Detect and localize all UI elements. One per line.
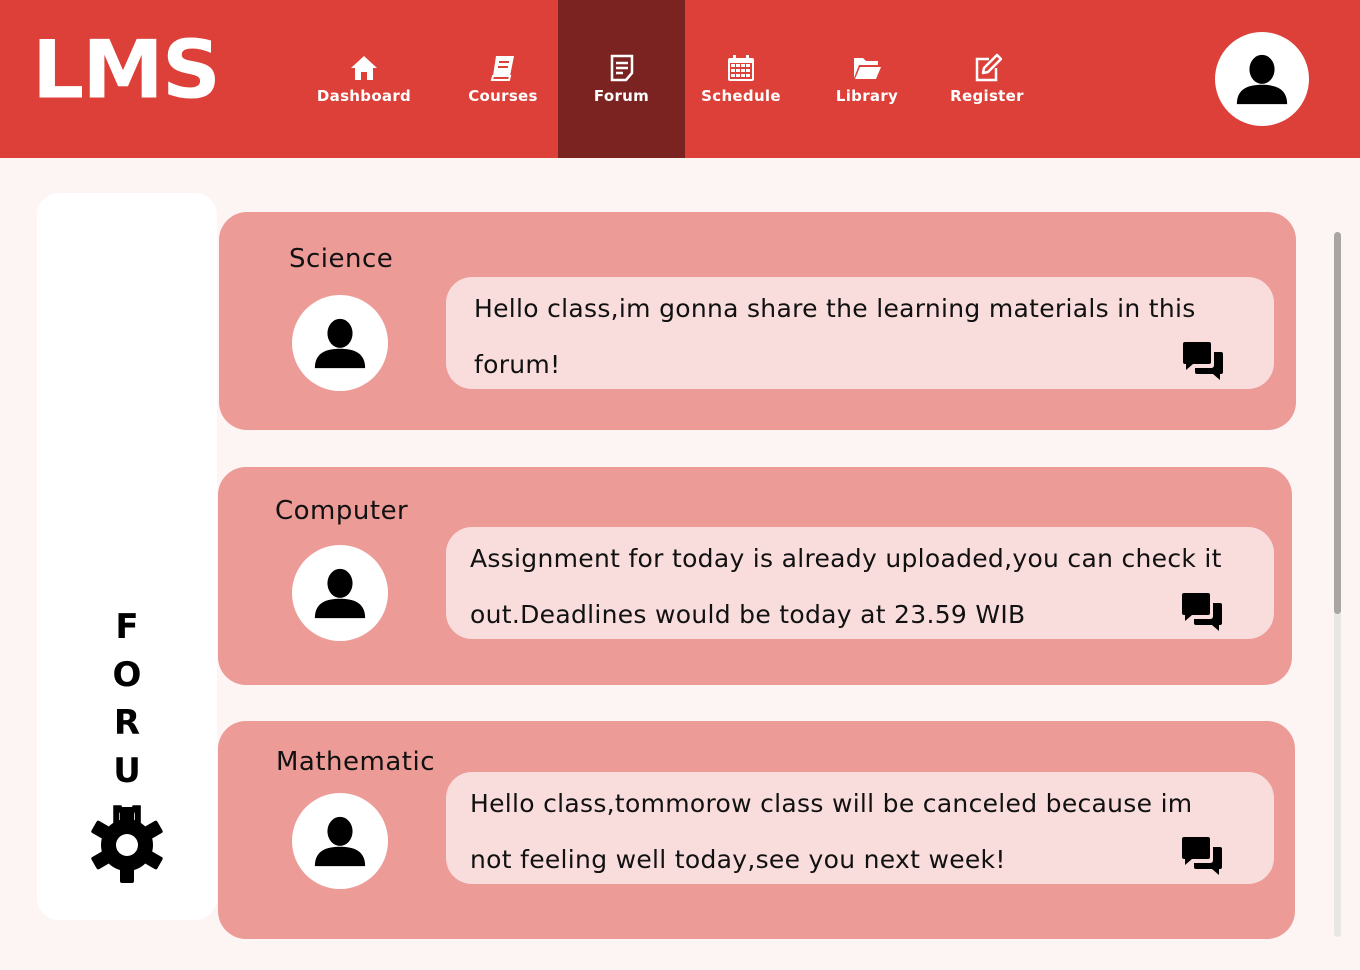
profile-avatar[interactable] — [1215, 32, 1309, 126]
folder-open-icon — [854, 58, 881, 79]
user-icon — [314, 568, 366, 619]
nav-forum-label: Forum — [593, 87, 650, 105]
nav-schedule[interactable]: Schedule — [685, 0, 797, 158]
edit-icon — [975, 53, 1002, 82]
post-message-bubble: Hello class,im gonna share the learning … — [446, 277, 1274, 389]
chat-bubbles-icon[interactable] — [1180, 592, 1224, 632]
nav-register[interactable]: Register — [932, 0, 1042, 158]
book-icon — [490, 56, 514, 81]
post-author-avatar — [292, 545, 388, 641]
post-subject: Mathematic — [276, 747, 436, 777]
nav-forum[interactable]: Forum — [558, 0, 685, 158]
sidebar-title-letter: U — [113, 751, 141, 791]
post-message: Hello class,tommorow class will be cance… — [470, 789, 1193, 874]
sidebar-title-letter: F — [115, 607, 139, 647]
top-navbar: LMS Dashboard Courses Forum Schedule Lib… — [0, 0, 1360, 158]
forum-sidebar: F O R U M — [37, 193, 217, 920]
post-message-bubble: Assignment for today is already uploaded… — [446, 527, 1274, 639]
forum-post-card[interactable]: Science Hello class,im gonna share the l… — [219, 212, 1296, 430]
scrollbar-thumb[interactable] — [1334, 232, 1341, 614]
nav-schedule-label: Schedule — [701, 87, 781, 105]
forum-post-card[interactable]: Computer Assignment for today is already… — [218, 467, 1292, 685]
post-message: Hello class,im gonna share the learning … — [474, 294, 1196, 379]
user-icon — [314, 816, 366, 867]
user-icon — [1236, 54, 1288, 105]
forum-post-card[interactable]: Mathematic Hello class,tommorow class wi… — [218, 721, 1295, 939]
post-author-avatar — [292, 295, 388, 391]
gear-icon[interactable] — [89, 805, 165, 885]
forum-note-icon — [610, 54, 633, 82]
nav-courses-label: Courses — [468, 87, 538, 105]
post-message: Assignment for today is already uploaded… — [470, 544, 1222, 629]
scrollbar-track[interactable] — [1334, 232, 1341, 937]
home-icon — [351, 56, 377, 80]
chat-bubbles-icon[interactable] — [1181, 341, 1225, 381]
post-author-avatar — [292, 793, 388, 889]
chat-bubbles-icon[interactable] — [1180, 836, 1224, 876]
calendar-icon — [728, 55, 754, 81]
nav-library-label: Library — [835, 87, 899, 105]
sidebar-title-letter: O — [112, 655, 142, 695]
nav-courses[interactable]: Courses — [440, 0, 566, 158]
post-subject: Computer — [275, 496, 409, 526]
nav-library[interactable]: Library — [812, 0, 922, 158]
post-message-bubble: Hello class,tommorow class will be cance… — [446, 772, 1274, 884]
nav-register-label: Register — [950, 87, 1024, 105]
nav-dashboard[interactable]: Dashboard — [300, 0, 428, 158]
sidebar-title-letter: R — [113, 703, 141, 743]
user-icon — [314, 318, 366, 369]
nav-dashboard-label: Dashboard — [316, 87, 412, 105]
post-subject: Science — [289, 244, 394, 274]
app-logo[interactable]: LMS — [32, 30, 221, 111]
